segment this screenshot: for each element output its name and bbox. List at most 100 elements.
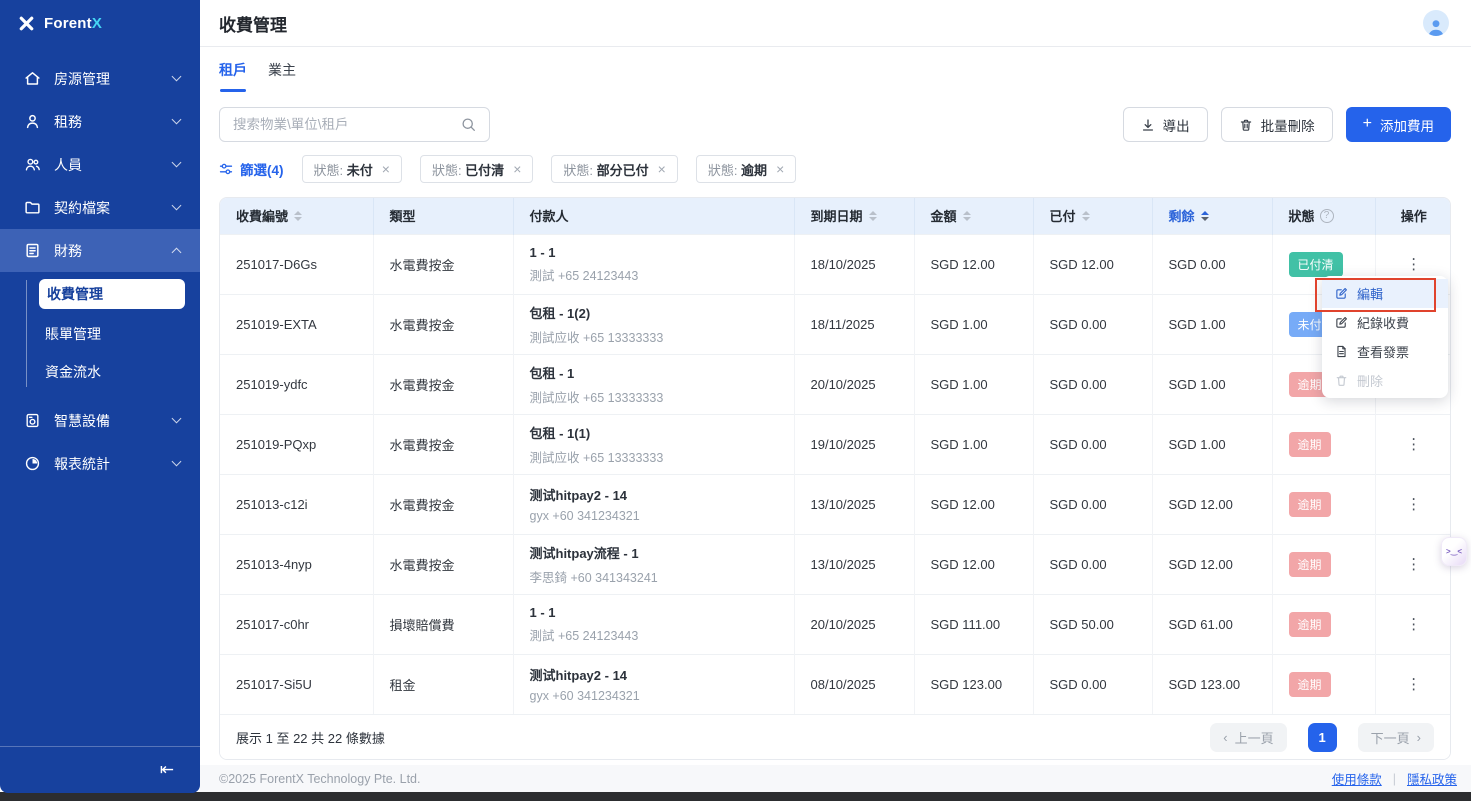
sidebar-nav: 房源管理 租務 人員 契約檔案 財務 收費管理 賬單管理 資金流水 <box>0 47 200 746</box>
chip-close-icon[interactable]: × <box>513 162 521 176</box>
due-date: 20/10/2025 <box>794 594 914 654</box>
table-row[interactable]: 251013-4nyp 水電費按金 测试hitpay流程 - 1李思錡 +60 … <box>220 534 1451 594</box>
sidebar-item-reports[interactable]: 報表統計 <box>0 442 200 485</box>
menu-item-view-invoice[interactable]: 查看發票 <box>1322 337 1448 366</box>
next-arrow-icon: › <box>1417 730 1421 745</box>
menu-item-record-payment[interactable]: 紀錄收費 <box>1322 308 1448 337</box>
status-badge: 已付清 <box>1289 252 1343 277</box>
trash-icon <box>1239 118 1253 132</box>
due-date: 20/10/2025 <box>794 354 914 414</box>
chip-close-icon[interactable]: × <box>776 162 784 176</box>
assistant-widget[interactable]: >‿< <box>1441 537 1467 566</box>
sort-icon[interactable] <box>869 211 877 221</box>
batch-delete-button[interactable]: 批量刪除 <box>1221 107 1333 142</box>
home-icon <box>24 70 41 87</box>
sidebar-subitem-fee-management[interactable]: 收費管理 <box>39 279 185 309</box>
chip-close-icon[interactable]: × <box>382 162 390 176</box>
payer-cell: 测试hitpay流程 - 1李思錡 +60 341343241 <box>513 534 794 594</box>
sidebar-item-properties[interactable]: 房源管理 <box>0 57 200 100</box>
export-button[interactable]: 導出 <box>1123 107 1208 142</box>
amount: SGD 123.00 <box>914 654 1033 714</box>
add-fee-button[interactable]: + 添加費用 <box>1346 107 1451 142</box>
row-actions-button[interactable]: ⋮ <box>1406 497 1421 512</box>
fee-id: 251019-ydfc <box>220 354 373 414</box>
toolbar: 導出 批量刪除 + 添加費用 <box>219 107 1451 142</box>
sort-icon-active[interactable] <box>1201 211 1209 221</box>
due-date: 08/10/2025 <box>794 654 914 714</box>
menu-item-edit[interactable]: 編輯 <box>1322 279 1448 308</box>
sort-icon[interactable] <box>963 211 971 221</box>
row-actions-button[interactable]: ⋮ <box>1406 617 1421 632</box>
main-content: 租戶 業主 導出 批量刪除 + 添加費用 <box>200 47 1471 765</box>
col-status: 狀態? <box>1272 198 1375 234</box>
paid-amount: SGD 0.00 <box>1033 294 1152 354</box>
amount: SGD 1.00 <box>914 294 1033 354</box>
prev-page-button[interactable]: ‹上一頁 <box>1210 723 1286 752</box>
payer-contact: gyx +60 341234321 <box>530 689 786 703</box>
sidebar-item-contracts[interactable]: 契約檔案 <box>0 186 200 229</box>
brand-logo[interactable]: ForentX <box>0 0 200 47</box>
payer-name: 1 - 1 <box>530 605 786 620</box>
fee-id: 251017-Si5U <box>220 654 373 714</box>
tab-owner[interactable]: 業主 <box>268 60 296 92</box>
payer-name: 包租 - 1(1) <box>530 423 786 442</box>
sidebar-subitem-bill-management[interactable]: 賬單管理 <box>0 315 200 353</box>
sidebar-item-tenancy[interactable]: 租務 <box>0 100 200 143</box>
fee-type: 損壞賠償費 <box>373 594 513 654</box>
payer-contact: 測試 +65 24123443 <box>530 265 786 284</box>
row-actions-button[interactable]: ⋮ <box>1406 677 1421 692</box>
table-row[interactable]: 251019-ydfc 水電費按金 包租 - 1測試应收 +65 1333333… <box>220 354 1451 414</box>
row-actions-button[interactable]: ⋮ <box>1406 437 1421 452</box>
folder-icon <box>24 199 41 216</box>
sidebar-item-smart-devices[interactable]: 智慧設備 <box>0 399 200 442</box>
sidebar-item-label: 房源管理 <box>54 69 173 89</box>
remaining-amount: SGD 1.00 <box>1152 294 1272 354</box>
table-row[interactable]: 251017-D6Gs 水電費按金 1 - 1測試 +65 24123443 1… <box>220 234 1451 294</box>
page-number-button[interactable]: 1 <box>1308 723 1337 752</box>
table-row[interactable]: 251019-PQxp 水電費按金 包租 - 1(1)測試应收 +65 1333… <box>220 414 1451 474</box>
search-input[interactable] <box>233 117 461 132</box>
privacy-link[interactable]: 隱私政策 <box>1407 769 1457 788</box>
due-date: 19/10/2025 <box>794 414 914 474</box>
help-icon[interactable]: ? <box>1320 209 1334 223</box>
filter-toggle-button[interactable]: 篩選(4) <box>219 159 284 179</box>
table-row[interactable]: 251013-c12i 水電費按金 测试hitpay2 - 14gyx +60 … <box>220 474 1451 534</box>
table-row[interactable]: 251019-EXTA 水電費按金 包租 - 1(2)測試应收 +65 1333… <box>220 294 1451 354</box>
row-context-menu: 編輯 紀錄收費 查看發票 刪除 <box>1322 276 1448 398</box>
row-actions-button[interactable]: ⋮ <box>1406 257 1421 272</box>
payer-cell: 1 - 1測試 +65 24123443 <box>513 234 794 294</box>
fee-type: 租金 <box>373 654 513 714</box>
fee-id: 251013-4nyp <box>220 534 373 594</box>
brand-name: ForentX <box>44 15 102 32</box>
table-row[interactable]: 251017-Si5U 租金 测试hitpay2 - 14gyx +60 341… <box>220 654 1451 714</box>
user-avatar[interactable] <box>1423 10 1449 36</box>
terms-link[interactable]: 使用條款 <box>1332 769 1382 788</box>
paid-amount: SGD 0.00 <box>1033 654 1152 714</box>
sidebar-item-label: 租務 <box>54 112 173 132</box>
sidebar-item-finance[interactable]: 財務 <box>0 229 200 272</box>
next-page-button[interactable]: 下一頁› <box>1358 723 1434 752</box>
assistant-face-icon: >‿< <box>1446 547 1462 556</box>
collapse-sidebar-icon[interactable]: ⇤ <box>160 760 174 780</box>
sidebar-item-label: 契約檔案 <box>54 198 173 218</box>
sort-icon[interactable] <box>1082 211 1090 221</box>
finance-ledger-icon <box>24 242 41 259</box>
tab-tenant[interactable]: 租戶 <box>219 60 247 92</box>
table-row[interactable]: 251017-c0hr 損壞賠償費 1 - 1測試 +65 24123443 2… <box>220 594 1451 654</box>
fee-id: 251013-c12i <box>220 474 373 534</box>
amount: SGD 12.00 <box>914 534 1033 594</box>
sidebar-item-people[interactable]: 人員 <box>0 143 200 186</box>
row-actions-button[interactable]: ⋮ <box>1406 557 1421 572</box>
chevron-down-icon <box>172 201 182 211</box>
paid-amount: SGD 0.00 <box>1033 414 1152 474</box>
sidebar-item-label: 報表統計 <box>54 454 173 474</box>
payer-contact: 測試 +65 24123443 <box>530 625 786 644</box>
col-paid: 已付 <box>1033 198 1152 234</box>
chevron-down-icon <box>172 414 182 424</box>
due-date: 13/10/2025 <box>794 474 914 534</box>
sort-icon[interactable] <box>294 211 302 221</box>
status-badge: 逾期 <box>1289 432 1331 457</box>
col-remaining: 剩餘 <box>1152 198 1272 234</box>
chip-close-icon[interactable]: × <box>658 162 666 176</box>
sidebar-subitem-cash-flow[interactable]: 資金流水 <box>0 353 200 391</box>
